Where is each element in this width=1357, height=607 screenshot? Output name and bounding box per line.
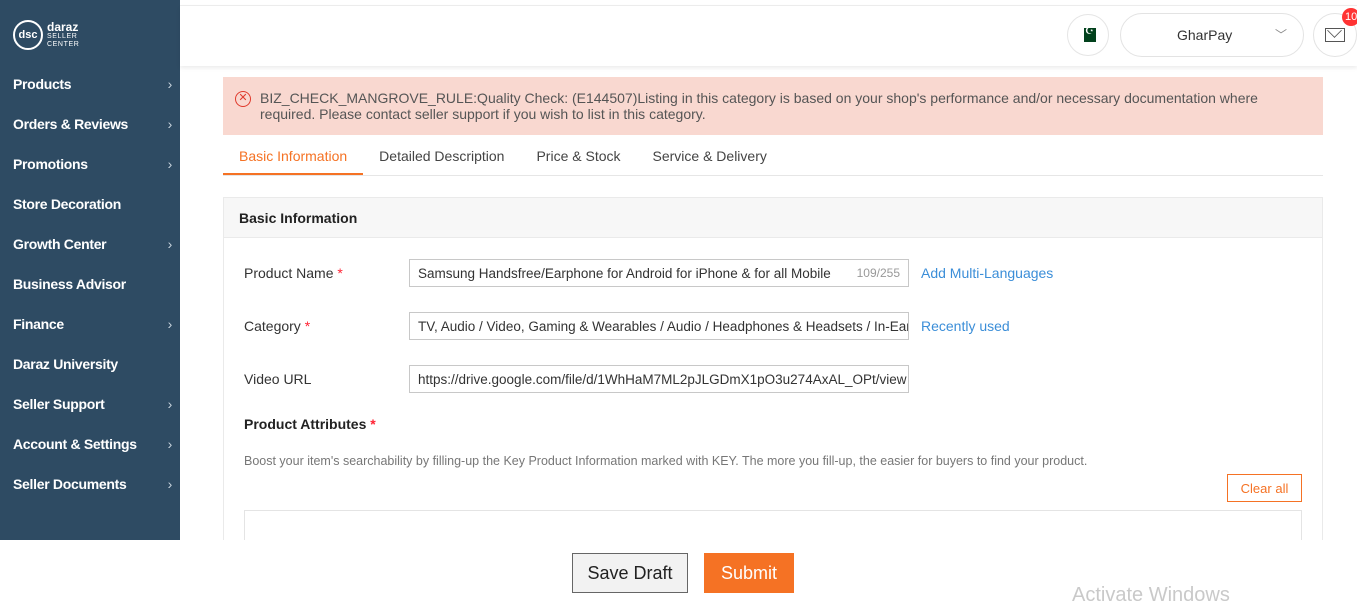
- logo-line2: SELLER: [47, 33, 78, 40]
- shop-name: GharPay: [1177, 27, 1233, 43]
- add-multi-languages-link[interactable]: Add Multi-Languages: [921, 265, 1053, 281]
- sidebar-item-account-settings[interactable]: Account & Settings ›: [0, 424, 180, 464]
- video-url-input[interactable]: https://drive.google.com/file/d/1WhHaM7M…: [409, 365, 909, 393]
- clear-all-button[interactable]: Clear all: [1227, 474, 1302, 502]
- product-tabs: Basic Information Detailed Description P…: [223, 135, 1323, 176]
- tab-service-delivery[interactable]: Service & Delivery: [637, 135, 783, 175]
- basic-information-panel: Basic Information Product Name * Samsung…: [223, 197, 1323, 570]
- sidebar-item-store-decoration[interactable]: Store Decoration: [0, 184, 180, 224]
- logo-mark: dsc: [13, 20, 43, 50]
- chevron-right-icon: ›: [167, 396, 173, 412]
- product-name-row: Product Name * Samsung Handsfree/Earphon…: [244, 259, 1053, 287]
- sidebar-nav: Products › Orders & Reviews › Promotions › …: [0, 64, 180, 504]
- section-title: Basic Information: [224, 198, 1322, 238]
- tab-basic-information[interactable]: Basic Information: [223, 135, 364, 175]
- sidebar-item-orders-reviews[interactable]: Orders & Reviews ›: [0, 104, 180, 144]
- daraz-seller-center-logo[interactable]: dsc daraz SELLER CENTER: [13, 20, 79, 50]
- product-name-input[interactable]: Samsung Handsfree/Earphone for Android f…: [409, 259, 909, 287]
- chevron-right-icon: ›: [167, 316, 173, 332]
- product-attributes-title: Product Attributes *: [244, 416, 376, 432]
- sidebar: dsc daraz SELLER CENTER Products › Orders…: [0, 0, 180, 540]
- sidebar-item-finance[interactable]: Finance ›: [0, 304, 180, 344]
- product-name-label: Product Name: [244, 265, 334, 281]
- chevron-down-icon: ﹀: [1274, 28, 1287, 42]
- submit-button[interactable]: Submit: [704, 553, 794, 593]
- sidebar-item-seller-support[interactable]: Seller Support ›: [0, 384, 180, 424]
- pakistan-flag-icon: [1080, 26, 1096, 42]
- char-counter: 109/255: [852, 266, 900, 280]
- save-draft-button[interactable]: Save Draft: [572, 553, 688, 593]
- category-row: Category * TV, Audio / Video, Gaming & W…: [244, 312, 1010, 340]
- sidebar-item-daraz-university[interactable]: Daraz University: [0, 344, 180, 384]
- chevron-right-icon: ›: [167, 76, 173, 92]
- activate-windows-watermark: Activate Windows: [1072, 584, 1230, 606]
- logo-line1: daraz: [47, 20, 79, 34]
- notification-badge: 10: [1342, 8, 1357, 26]
- category-input[interactable]: TV, Audio / Video, Gaming & Wearables / …: [409, 312, 909, 340]
- chevron-right-icon: ›: [167, 156, 173, 172]
- alert-text: BIZ_CHECK_MANGROVE_RULE:Quality Check: (…: [260, 90, 1258, 122]
- video-url-row: Video URL https://drive.google.com/file/…: [244, 365, 909, 393]
- sidebar-item-promotions[interactable]: Promotions ›: [0, 144, 180, 184]
- shop-selector[interactable]: GharPay ﹀: [1120, 13, 1304, 57]
- sidebar-item-seller-documents[interactable]: Seller Documents ›: [0, 464, 180, 504]
- mail-icon: [1325, 28, 1345, 42]
- sidebar-item-business-advisor[interactable]: Business Advisor: [0, 264, 180, 304]
- error-circle-icon: ✕: [235, 91, 251, 107]
- chevron-right-icon: ›: [167, 116, 173, 132]
- product-attributes-hint: Boost your item's searchability by filli…: [244, 454, 1088, 468]
- recently-used-link[interactable]: Recently used: [921, 318, 1010, 334]
- chevron-right-icon: ›: [167, 476, 173, 492]
- chevron-right-icon: ›: [167, 236, 173, 252]
- logo-line3: CENTER: [47, 41, 80, 48]
- sidebar-item-products[interactable]: Products ›: [0, 64, 180, 104]
- tab-price-stock[interactable]: Price & Stock: [520, 135, 636, 175]
- topbar: GharPay ﹀ 10: [180, 6, 1357, 66]
- video-url-label: Video URL: [244, 371, 312, 387]
- tab-detailed-description[interactable]: Detailed Description: [363, 135, 520, 175]
- chevron-right-icon: ›: [167, 436, 173, 452]
- footer-actions: Save Draft Submit Activate Windows: [0, 540, 1357, 606]
- error-alert: ✕ BIZ_CHECK_MANGROVE_RULE:Quality Check:…: [223, 77, 1323, 135]
- category-label: Category: [244, 318, 301, 334]
- sidebar-item-growth-center[interactable]: Growth Center ›: [0, 224, 180, 264]
- country-switch-button[interactable]: [1067, 14, 1109, 56]
